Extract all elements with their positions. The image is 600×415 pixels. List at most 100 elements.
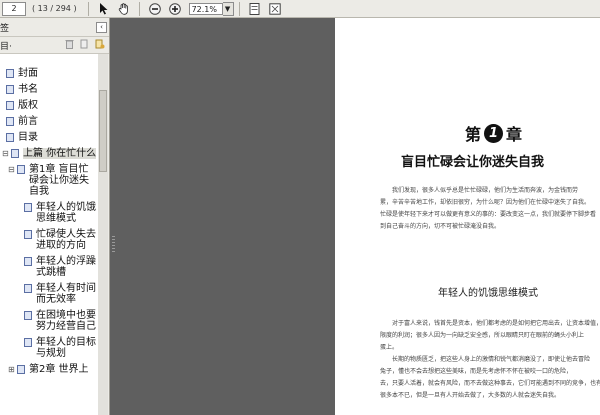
chapter-number-badge: 1 — [484, 123, 504, 143]
trash-icon — [65, 39, 74, 49]
collapse-icon[interactable]: ⊟ — [2, 148, 10, 159]
fit-width-button[interactable] — [247, 2, 263, 16]
document-background — [110, 18, 335, 415]
zoom-level-input[interactable]: 72.1% — [188, 2, 223, 15]
options-menu-button[interactable]: 目· — [0, 39, 12, 52]
plus-circle-icon — [168, 2, 181, 15]
zoom-out-button[interactable] — [147, 2, 163, 16]
bookmark-icon — [24, 311, 32, 320]
bookmark-label: 在困境中也要努力经营自己 — [36, 310, 96, 332]
bookmark-label: 封面 — [18, 68, 38, 79]
text-line: 忙碌是使年轻下来才可以做更有意义的事的：要改变这一点，我们就要停下脚步看 — [380, 211, 597, 218]
bookmark-label: 第2章 世界上 — [29, 364, 89, 375]
bookmark-icon — [24, 284, 32, 293]
zoom-in-button[interactable] — [167, 2, 183, 16]
text-line: 长期的物质匮乏，把这些人身上的激情和锐气都消磨没了，即使让他去冒险 — [392, 356, 591, 363]
chapter-prefix: 第 — [465, 125, 482, 144]
bookmark-item[interactable]: 封面 — [0, 68, 98, 79]
intro-paragraph: 我们发现，很多人似乎总是忙忙碌碌，他们为生活而奔波，为金钱而劳 累，辛苦辛苦地工… — [380, 185, 600, 233]
bookmark-label: 年轻人的饥饿思维模式 — [36, 202, 96, 224]
zoom-dropdown-button[interactable]: ▼ — [222, 1, 234, 16]
bookmark-label: 书名 — [18, 84, 38, 95]
cursor-icon — [99, 2, 108, 14]
toolbar-separator — [87, 1, 89, 16]
bookmark-item[interactable]: 年轻人的目标与规划 — [0, 337, 98, 359]
bookmark-item[interactable]: 目录 — [0, 132, 98, 143]
fit-page-icon — [249, 2, 260, 15]
text-line: 对于富人来说，钱首先是资本，他们都考虑的是如何把它用出去，让资本增值， — [392, 320, 600, 327]
full-screen-button[interactable] — [267, 2, 283, 16]
text-line: 到自己奋斗的方向，切不可被忙碌淹没自我。 — [380, 223, 501, 230]
toolbar-separator — [238, 1, 240, 16]
bookmark-label: 前言 — [18, 116, 38, 127]
select-tool-button[interactable] — [96, 2, 112, 16]
bookmark-item[interactable]: 在困境中也要努力经营自己 — [0, 310, 98, 332]
toolbar: 2 ( 13 / 294 ) 72.1% ▼ — [0, 0, 600, 18]
bookmark-icon — [24, 230, 32, 239]
expand-icon — [268, 2, 281, 15]
bookmark-icon — [6, 101, 14, 110]
bookmark-icon — [11, 149, 19, 158]
bookmark-item[interactable]: 书名 — [0, 84, 98, 95]
bookmarks-toolbar: 目· — [0, 37, 109, 54]
delete-bookmark-button[interactable] — [65, 39, 74, 52]
page-number-input[interactable]: 2 — [2, 1, 26, 16]
bookmarks-panel: 签 ‹ 目· 封面 书名 版权 前言 目录 ⊟ 上篇 你在忙什么 ⊟ 第1章 盲目忙… — [0, 18, 110, 415]
bookmark-label: 目录 — [18, 132, 38, 143]
document-page: 第 1 章 盲目忙碌会让你迷失自我 我们发现，很多人似乎总是忙忙碌碌，他们为生活… — [335, 18, 600, 415]
page-count-label: ( 13 / 294 ) — [32, 4, 77, 13]
bookmark-item[interactable]: 前言 — [0, 116, 98, 127]
body-paragraph: 对于富人来说，钱首先是资本，他们都考虑的是如何把它用出去，让资本增值， 限度的利… — [380, 318, 600, 402]
close-panel-button[interactable]: ‹ — [96, 21, 107, 33]
close-icon: ‹ — [100, 22, 103, 31]
panel-title: 签 — [0, 23, 10, 34]
text-line: 蛋上。 — [380, 344, 399, 351]
bookmark-item[interactable]: 年轻人的浮躁式跳槽 — [0, 256, 98, 278]
properties-button[interactable] — [95, 39, 105, 52]
toolbar-separator — [138, 1, 140, 16]
bookmark-item[interactable]: 年轻人有时间而无效率 — [0, 283, 98, 305]
bookmark-icon — [17, 365, 25, 374]
hand-tool-button[interactable] — [116, 2, 132, 16]
bookmark-icon — [6, 117, 14, 126]
chapter-heading: 第 1 章 — [465, 121, 522, 145]
expand-icon[interactable]: ⊞ — [8, 364, 16, 375]
text-line: 很多本不已，但是一旦有人开始去做了，大多数的人就会迷失自我。 — [380, 392, 561, 399]
collapse-icon[interactable]: ⊟ — [8, 164, 16, 175]
bookmark-label: 版权 — [18, 100, 38, 111]
bookmark-icon — [6, 85, 14, 94]
text-line: 限度的利润；很多人因为一向缺乏安全感，所以眼睛只盯在眼前的蝇头小利上 — [380, 332, 585, 339]
bookmark-icon — [17, 165, 25, 174]
bookmark-item-chapter1[interactable]: ⊟ 第1章 盲目忙碌会让你迷失自我 — [0, 164, 98, 197]
bookmark-label: 年轻人有时间而无效率 — [36, 283, 96, 305]
bookmark-item-part1[interactable]: ⊟ 上篇 你在忙什么 — [0, 148, 98, 159]
bookmark-item[interactable]: 版权 — [0, 100, 98, 111]
gear-icon — [95, 39, 105, 48]
bookmark-label: 上篇 你在忙什么 — [23, 148, 97, 159]
section-heading: 年轻人的饥饿思维模式 — [438, 288, 538, 299]
bookmark-icon — [6, 133, 14, 142]
bookmark-item[interactable]: 忙碌使人失去进取的方向 — [0, 229, 98, 251]
bookmark-icon — [24, 257, 32, 266]
bookmarks-scrollbar[interactable] — [98, 54, 108, 415]
bookmark-icon — [24, 203, 32, 212]
new-bookmark-button[interactable] — [80, 39, 89, 52]
bookmark-label: 第1章 盲目忙碌会让你迷失自我 — [29, 164, 89, 197]
bookmark-item-chapter2[interactable]: ⊞ 第2章 世界上 — [0, 364, 98, 375]
bookmark-icon — [24, 338, 32, 347]
chapter-suffix: 章 — [506, 125, 523, 144]
bookmark-item[interactable]: 年轻人的饥饿思维模式 — [0, 202, 98, 224]
panel-resize-handle[interactable] — [112, 236, 115, 254]
scrollbar-thumb[interactable] — [99, 90, 107, 172]
bookmarks-panel-header: 签 ‹ — [0, 18, 109, 37]
bookmark-icon — [6, 69, 14, 78]
text-line: 我们发现，很多人似乎总是忙忙碌碌，他们为生活而奔波，为金钱而劳 — [392, 187, 579, 194]
new-bookmark-icon — [80, 39, 88, 48]
hand-icon — [118, 2, 128, 15]
text-line: 累，辛苦辛苦地工作，却依旧很穷，为什么呢？因为他们在忙碌中迷失了自我。 — [380, 199, 591, 206]
text-line: 去，只要人活着，就会有风险，而不去做这种事去，它们可能遇到不同的竞争，也有 — [380, 380, 600, 387]
chapter-subtitle: 盲目忙碌会让你迷失自我 — [401, 155, 545, 170]
bookmark-tree: 封面 书名 版权 前言 目录 ⊟ 上篇 你在忙什么 ⊟ 第1章 盲目忙碌会让你迷失自… — [0, 54, 98, 415]
bookmark-label: 忙碌使人失去进取的方向 — [36, 229, 96, 251]
bookmark-label: 年轻人的目标与规划 — [36, 337, 96, 359]
